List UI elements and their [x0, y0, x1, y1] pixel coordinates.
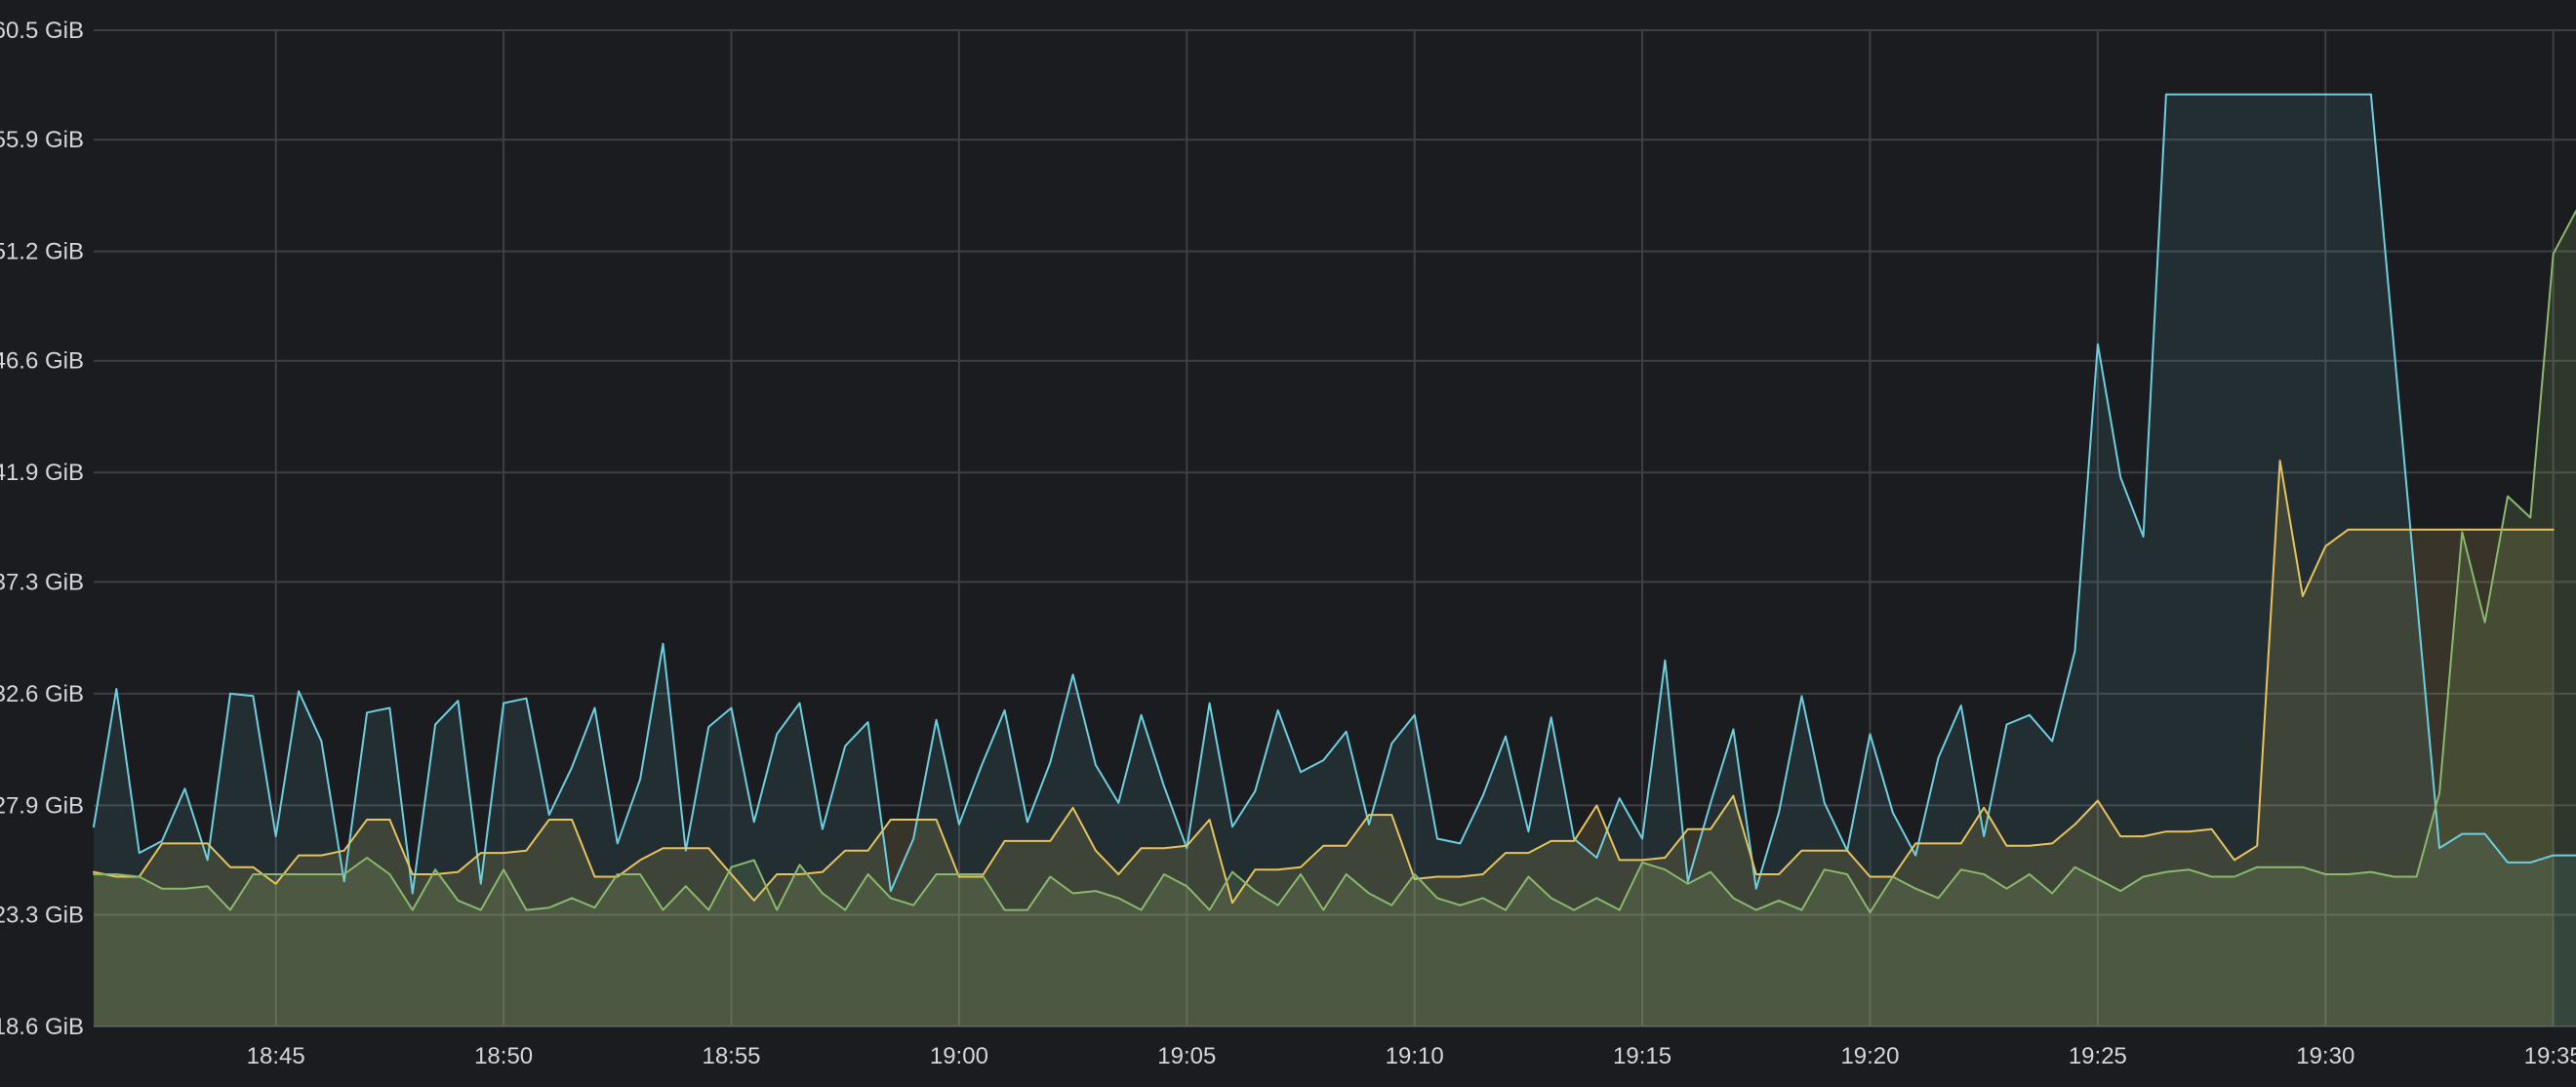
y-tick-label-5: 41.9 GiB [0, 460, 84, 486]
y-tick-label-1: 23.3 GiB [0, 902, 84, 928]
y-tick-label-3: 32.6 GiB [0, 681, 84, 707]
y-tick-label-7: 51.2 GiB [0, 239, 84, 265]
x-tick-label-0: 18:45 [247, 1043, 305, 1069]
y-tick-label-9: 60.5 GiB [0, 18, 84, 44]
x-tick-label-3: 19:00 [930, 1043, 988, 1069]
y-tick-label-6: 46.6 GiB [0, 348, 84, 375]
y-tick-label-4: 37.3 GiB [0, 569, 84, 595]
y-tick-label-8: 55.9 GiB [0, 127, 84, 153]
x-tick-label-4: 19:05 [1157, 1043, 1216, 1069]
y-tick-label-2: 27.9 GiB [0, 792, 84, 819]
chart-canvas: 18.6 GiB 23.3 GiB 27.9 GiB 32.6 GiB 37.3 GiB… [0, 18, 2576, 1069]
x-tick-label-7: 19:20 [1840, 1043, 1899, 1069]
y-axis-labels: 18.6 GiB 23.3 GiB 27.9 GiB 32.6 GiB 37.3 GiB… [0, 18, 84, 1040]
x-tick-label-8: 19:25 [2069, 1043, 2127, 1069]
x-axis-labels: 18:45 18:50 18:55 19:00 19:05 19:10 19:15 19:20… [247, 1043, 2576, 1069]
x-tick-label-10: 19:35 [2524, 1043, 2576, 1069]
x-tick-label-2: 18:55 [702, 1043, 760, 1069]
x-tick-label-5: 19:10 [1386, 1043, 1444, 1069]
x-tick-label-9: 19:30 [2296, 1043, 2355, 1069]
x-tick-label-6: 19:15 [1613, 1043, 1671, 1069]
y-tick-label-0: 18.6 GiB [0, 1014, 84, 1040]
series-areas [94, 94, 2576, 1027]
memory-usage-chart: 18.6 GiB 23.3 GiB 27.9 GiB 32.6 GiB 37.3 GiB… [0, 0, 2576, 1087]
x-tick-label-1: 18:50 [474, 1043, 533, 1069]
